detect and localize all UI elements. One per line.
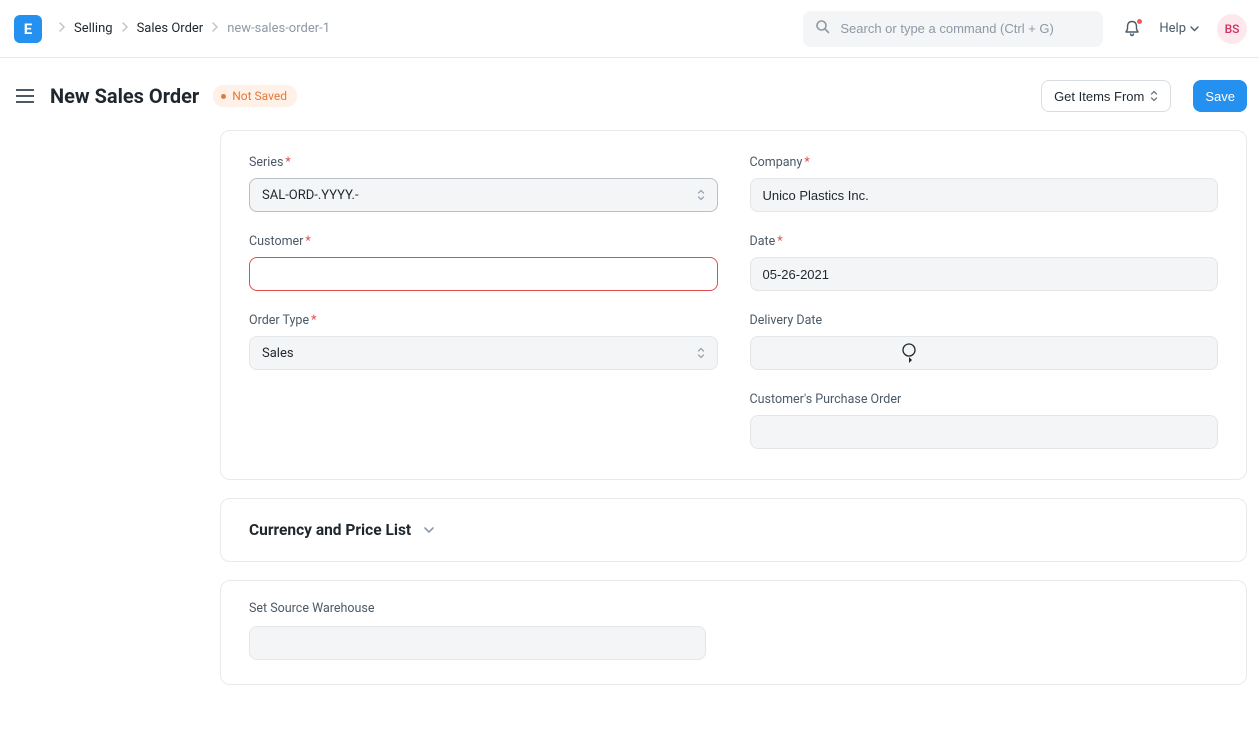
customer-label: Customer*	[249, 234, 718, 249]
customer-po-field: Customer's Purchase Order	[750, 392, 1219, 449]
series-field: Series* SAL-ORD-.YYYY.-	[249, 155, 718, 212]
app-logo[interactable]: E	[14, 15, 42, 43]
customer-po-label: Customer's Purchase Order	[750, 392, 1219, 407]
source-warehouse-label: Set Source Warehouse	[249, 601, 706, 616]
notifications-bell-icon[interactable]	[1123, 20, 1141, 38]
main-details-card: Series* SAL-ORD-.YYYY.- Customer*	[220, 130, 1247, 480]
series-label: Series*	[249, 155, 718, 170]
date-input[interactable]	[750, 257, 1219, 291]
company-input[interactable]	[750, 178, 1219, 212]
series-select[interactable]: SAL-ORD-.YYYY.-	[249, 178, 718, 212]
company-field: Company*	[750, 155, 1219, 212]
top-navbar: E Selling Sales Order new-sales-order-1 …	[0, 0, 1259, 58]
company-label: Company*	[750, 155, 1219, 170]
breadcrumb-selling[interactable]: Selling	[74, 21, 113, 36]
form-body: Series* SAL-ORD-.YYYY.- Customer*	[0, 130, 1259, 743]
delivery-date-label: Delivery Date	[750, 313, 1219, 328]
chevron-right-icon	[121, 21, 129, 36]
sort-arrows-icon	[697, 347, 705, 359]
chevron-right-icon	[211, 21, 219, 36]
date-field: Date*	[750, 234, 1219, 291]
doc-status-badge: Not Saved	[213, 85, 297, 107]
get-items-from-button[interactable]: Get Items From	[1041, 80, 1171, 112]
source-warehouse-input[interactable]	[249, 626, 706, 660]
currency-section-card: Currency and Price List	[220, 498, 1247, 562]
order-type-select[interactable]: Sales	[249, 336, 718, 370]
chevron-down-icon	[423, 523, 435, 538]
user-avatar[interactable]: BS	[1217, 14, 1247, 44]
chevron-down-icon	[1190, 21, 1199, 36]
global-search[interactable]	[803, 11, 1103, 47]
customer-po-input[interactable]	[750, 415, 1219, 449]
customer-field: Customer*	[249, 234, 718, 291]
save-button[interactable]: Save	[1193, 80, 1247, 112]
delivery-date-input[interactable]	[750, 336, 1219, 370]
currency-section-title: Currency and Price List	[249, 521, 411, 539]
order-type-field: Order Type* Sales	[249, 313, 718, 370]
page-header: New Sales Order Not Saved Get Items From…	[0, 58, 1259, 130]
date-label: Date*	[750, 234, 1219, 249]
currency-section-toggle[interactable]: Currency and Price List	[221, 499, 1246, 561]
warehouse-section-card: Set Source Warehouse	[220, 580, 1247, 685]
order-type-label: Order Type*	[249, 313, 718, 328]
breadcrumbs: Selling Sales Order new-sales-order-1	[58, 21, 330, 36]
delivery-date-field: Delivery Date	[750, 313, 1219, 370]
customer-input[interactable]	[249, 257, 718, 291]
sort-arrows-icon	[1150, 90, 1158, 102]
page-title: New Sales Order	[50, 84, 199, 108]
sort-arrows-icon	[697, 189, 705, 201]
chevron-right-icon	[58, 21, 66, 36]
help-menu[interactable]: Help	[1159, 21, 1199, 36]
help-label: Help	[1159, 21, 1186, 36]
search-input[interactable]	[840, 21, 1091, 36]
breadcrumb-sales-order[interactable]: Sales Order	[137, 21, 204, 36]
breadcrumb-current: new-sales-order-1	[227, 21, 330, 36]
source-warehouse-field: Set Source Warehouse	[249, 601, 706, 660]
search-icon	[815, 19, 830, 38]
sidebar-toggle-icon[interactable]	[16, 89, 34, 103]
